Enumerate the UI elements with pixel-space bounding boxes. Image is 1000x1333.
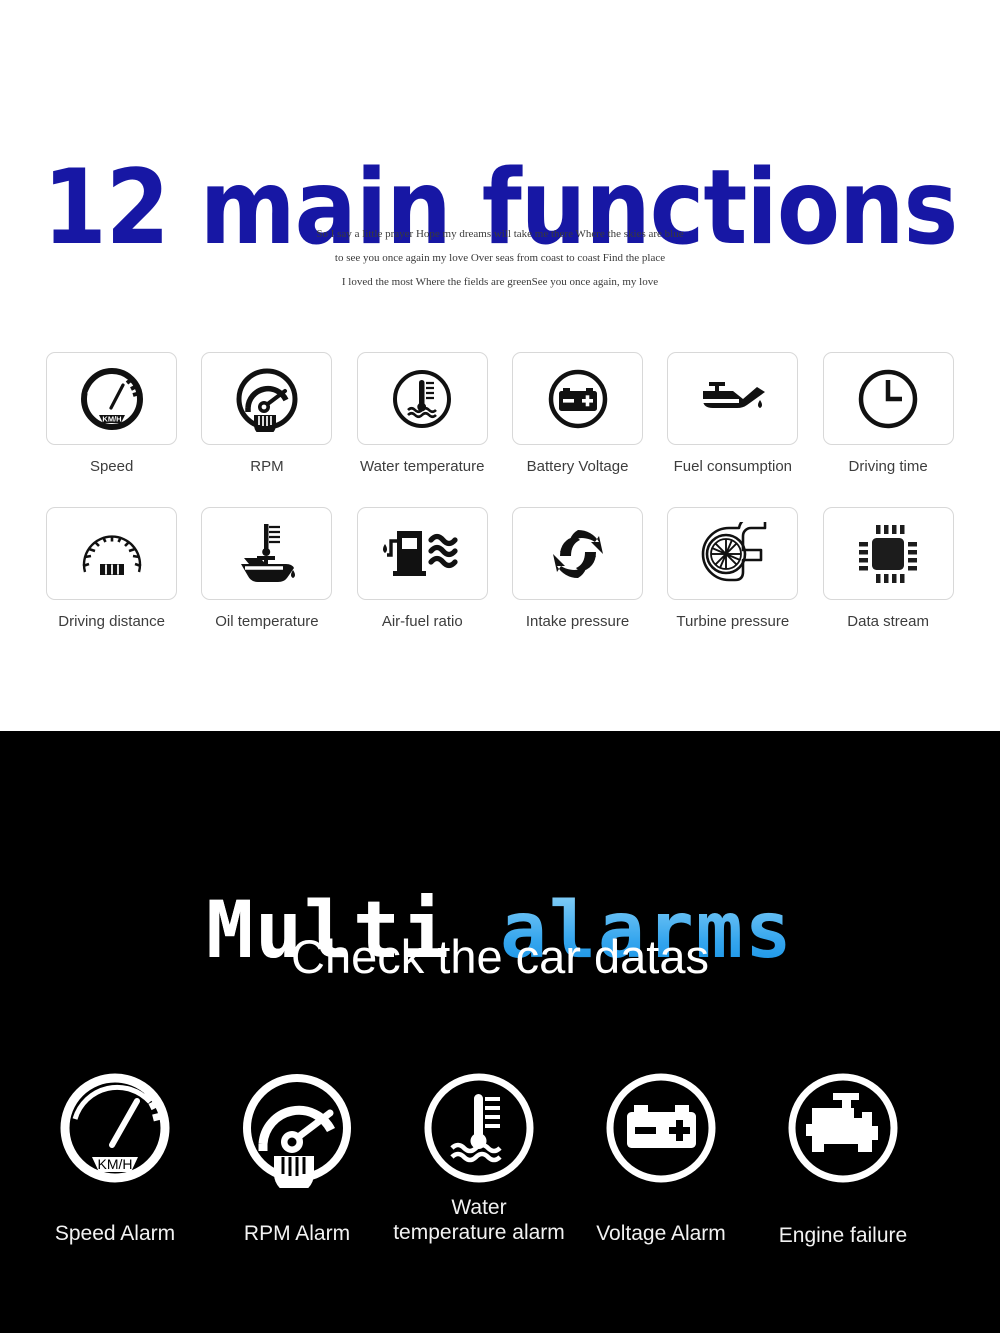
tachometer-alarm-icon bbox=[243, 1074, 351, 1188]
function-item-oil-temperature[interactable]: Oil temperature bbox=[189, 507, 344, 630]
gauge-unit-label: KM/H bbox=[98, 1156, 133, 1172]
function-label: Intake pressure bbox=[525, 613, 630, 630]
battery-alarm-icon bbox=[606, 1073, 716, 1183]
alarm-label: Voltage Alarm bbox=[596, 1222, 726, 1245]
engine-failure-icon bbox=[788, 1073, 898, 1183]
battery-icon bbox=[548, 369, 607, 428]
function-item-turbine-pressure[interactable]: Turbine pressure bbox=[655, 507, 810, 630]
alarm-label-line-2: temperature alarm bbox=[393, 1221, 565, 1244]
speedometer-alarm-icon: KM/H bbox=[60, 1073, 170, 1183]
function-item-rpm[interactable]: RPM bbox=[189, 352, 344, 475]
function-label: Driving distance bbox=[58, 613, 165, 630]
function-card bbox=[822, 352, 954, 445]
chip-icon bbox=[859, 524, 918, 583]
function-item-battery-voltage[interactable]: Battery Voltage bbox=[500, 352, 655, 475]
function-card bbox=[356, 352, 488, 445]
gauge-unit-label: KM/H bbox=[102, 414, 121, 423]
alarm-label: Engine failure bbox=[778, 1224, 908, 1247]
product-feature-page: 12 main functions So I say a little pray… bbox=[0, 0, 1000, 1333]
alarms-subtitle: Check the car datas bbox=[291, 930, 709, 983]
alarm-label: RPM Alarm bbox=[243, 1222, 351, 1245]
function-label: RPM bbox=[250, 458, 284, 475]
function-card bbox=[512, 352, 644, 445]
alarm-item-engine-failure[interactable]: Engine failure bbox=[752, 1063, 934, 1248]
multi-alarms-section: Multi alarms Check the car datas KM/H Sp… bbox=[0, 731, 1000, 1333]
alarm-icon-wrap bbox=[232, 1063, 362, 1193]
function-label: Battery Voltage bbox=[526, 458, 629, 475]
function-item-data-stream[interactable]: Data stream bbox=[810, 507, 965, 630]
function-card bbox=[356, 507, 488, 600]
function-item-water-temperature[interactable]: Water temperature bbox=[345, 352, 500, 475]
function-card bbox=[201, 507, 333, 600]
odometer-icon bbox=[82, 534, 142, 575]
function-item-driving-time[interactable]: Driving time bbox=[810, 352, 965, 475]
subtitle-line-3: I loved the most Where the fields are gr… bbox=[341, 276, 659, 288]
function-row-2: Driving distance Oil temperature Air-fue… bbox=[34, 507, 966, 630]
recycle-arrows-icon bbox=[552, 529, 603, 578]
function-label: Water temperature bbox=[359, 458, 485, 475]
alarm-icon-wrap bbox=[414, 1063, 544, 1193]
alarm-item-voltage[interactable]: Voltage Alarm bbox=[570, 1063, 752, 1248]
function-label: Oil temperature bbox=[215, 613, 319, 630]
alarm-icon-wrap bbox=[596, 1063, 726, 1193]
function-card bbox=[822, 507, 954, 600]
function-item-air-fuel-ratio[interactable]: Air-fuel ratio bbox=[345, 507, 500, 630]
function-item-speed[interactable]: KM/H Speed bbox=[34, 352, 189, 475]
function-card bbox=[667, 507, 799, 600]
turbocharger-icon bbox=[701, 521, 767, 581]
subtitle-line-2: to see you once again my love Over seas … bbox=[334, 252, 666, 264]
function-label: Data stream bbox=[847, 613, 929, 630]
oil-temperature-icon bbox=[240, 523, 295, 582]
function-label: Turbine pressure bbox=[676, 613, 790, 630]
function-label: Air-fuel ratio bbox=[381, 613, 463, 630]
function-label: Driving time bbox=[848, 458, 928, 475]
subtitle-line-1: So I say a little prayer Hope my dreams … bbox=[316, 228, 684, 240]
alarm-item-rpm[interactable]: RPM Alarm bbox=[206, 1063, 388, 1248]
function-item-intake-pressure[interactable]: Intake pressure bbox=[500, 507, 655, 630]
function-card: KM/H bbox=[46, 352, 178, 445]
function-card bbox=[512, 507, 644, 600]
alarm-item-speed[interactable]: KM/H Speed Alarm bbox=[24, 1063, 206, 1248]
alarm-item-water-temperature[interactable]: Water temperature alarm bbox=[388, 1063, 570, 1248]
fuel-pump-air-icon bbox=[383, 530, 458, 576]
function-card bbox=[46, 507, 178, 600]
alarm-label: Speed Alarm bbox=[54, 1222, 176, 1245]
clock-icon bbox=[858, 369, 918, 428]
function-label: Speed bbox=[89, 458, 134, 475]
alarm-icon-wrap bbox=[778, 1063, 908, 1193]
alarm-label-line-1: Water bbox=[451, 1196, 507, 1219]
function-label: Fuel consumption bbox=[673, 458, 793, 475]
function-item-fuel-consumption[interactable]: Fuel consumption bbox=[655, 352, 810, 475]
function-icon-grid: KM/H Speed RPM Water temperature Battery… bbox=[34, 352, 966, 662]
alarm-icon-wrap: KM/H bbox=[50, 1063, 180, 1193]
alarm-label: Water temperature alarm bbox=[393, 1195, 565, 1245]
main-functions-section: 12 main functions So I say a little pray… bbox=[0, 0, 1000, 731]
water-temperature-icon bbox=[393, 369, 452, 428]
oil-can-icon bbox=[700, 381, 765, 408]
function-row-1: KM/H Speed RPM Water temperature Battery… bbox=[34, 352, 966, 475]
speedometer-icon: KM/H bbox=[80, 367, 143, 430]
function-item-driving-distance[interactable]: Driving distance bbox=[34, 507, 189, 630]
function-card bbox=[201, 352, 333, 445]
function-card bbox=[667, 352, 799, 445]
alarm-icon-row: KM/H Speed Alarm RPM Alarm Water tempera… bbox=[24, 1063, 976, 1248]
subtitle-block: So I say a little prayer Hope my dreams … bbox=[0, 222, 1000, 294]
water-temperature-alarm-icon bbox=[424, 1073, 534, 1183]
tachometer-icon bbox=[236, 368, 298, 432]
